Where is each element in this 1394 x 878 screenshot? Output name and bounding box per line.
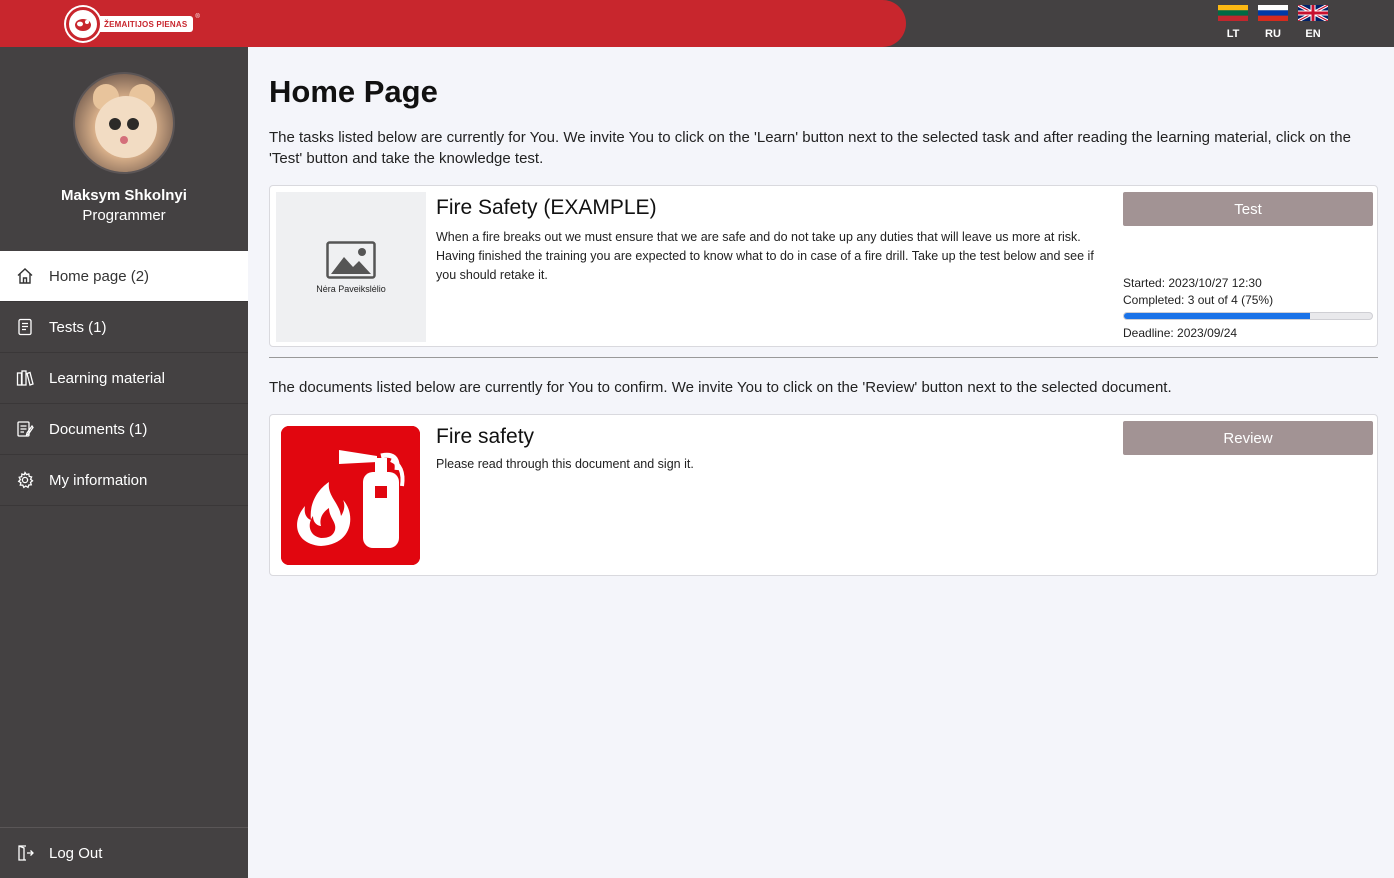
logout-button[interactable]: Log Out xyxy=(0,827,248,878)
task-image-placeholder: Nėra Paveikslėlio xyxy=(276,192,426,342)
language-code-lt: LT xyxy=(1226,28,1240,40)
task-title: Fire Safety (EXAMPLE) xyxy=(436,196,657,219)
task-image-caption: Nėra Paveikslėlio xyxy=(316,283,386,294)
books-icon xyxy=(16,369,34,387)
task-progress-bar xyxy=(1123,312,1373,320)
logout-label: Log Out xyxy=(49,844,103,862)
company-logo[interactable]: ŽEMAITIJOS PIENAS ® xyxy=(66,7,200,41)
tasks-intro-text: The tasks listed below are currently for… xyxy=(269,129,1351,167)
sidebar-item-label: Learning material xyxy=(49,369,165,387)
registered-mark: ® xyxy=(195,14,200,20)
user-role: Programmer xyxy=(82,207,166,224)
gear-icon xyxy=(16,471,34,489)
company-logo-text: ŽEMAITIJOS PIENAS xyxy=(92,16,194,32)
language-switcher: LT RU EN xyxy=(1218,5,1328,40)
russia-flag-icon xyxy=(1258,5,1288,21)
uk-flag-icon xyxy=(1298,5,1328,21)
logout-icon xyxy=(16,844,34,862)
user-name: Maksym Shkolnyi xyxy=(61,187,187,204)
sidebar-item-documents[interactable]: Documents (1) xyxy=(0,404,248,455)
sidebar-item-label: My information xyxy=(49,471,148,489)
task-started: Started: 2023/10/27 12:30 xyxy=(1123,276,1262,290)
home-icon xyxy=(16,267,34,285)
document-icon xyxy=(16,420,34,438)
task-description: When a fire breaks out we must ensure th… xyxy=(436,230,1094,282)
language-ru[interactable]: RU xyxy=(1258,5,1288,40)
language-en[interactable]: EN xyxy=(1298,5,1328,40)
sidebar-item-label: Tests (1) xyxy=(49,318,107,336)
sidebar: Maksym Shkolnyi Programmer Home page (2)… xyxy=(0,47,248,878)
sidebar-item-label: Home page (2) xyxy=(49,267,150,285)
sidebar-nav: Home page (2) Tests (1) Learning materia… xyxy=(0,251,248,506)
sidebar-item-tests[interactable]: Tests (1) xyxy=(0,302,248,353)
task-card: Nėra Paveikslėlio Fire Safety (EXAMPLE) … xyxy=(269,185,1378,347)
sidebar-item-label: Documents (1) xyxy=(49,420,148,438)
fire-extinguisher-icon xyxy=(281,426,420,565)
cow-logo-icon xyxy=(66,7,100,41)
language-lt[interactable]: LT xyxy=(1218,5,1248,40)
sidebar-item-home[interactable]: Home page (2) xyxy=(0,251,248,302)
sidebar-item-my-information[interactable]: My information xyxy=(0,455,248,506)
main-content: Home Page The tasks listed below are cur… xyxy=(269,47,1378,576)
sidebar-item-learning-material[interactable]: Learning material xyxy=(0,353,248,404)
image-placeholder-icon xyxy=(326,240,376,279)
document-description: Please read through this document and si… xyxy=(436,457,694,471)
documents-intro-text: The documents listed below are currently… xyxy=(269,379,1172,396)
language-code-en: EN xyxy=(1305,28,1321,40)
task-completed: Completed: 3 out of 4 (75%) xyxy=(1123,293,1274,307)
tests-icon xyxy=(16,318,34,336)
brand-bar: ŽEMAITIJOS PIENAS ® xyxy=(0,0,906,47)
task-progress-fill xyxy=(1124,313,1310,319)
top-bar: ŽEMAITIJOS PIENAS ® LT RU EN xyxy=(0,0,1394,47)
user-profile: Maksym Shkolnyi Programmer xyxy=(0,47,248,251)
section-divider xyxy=(269,357,1378,358)
document-title: Fire safety xyxy=(436,425,535,448)
task-deadline: Deadline: 2023/09/24 xyxy=(1123,326,1238,340)
avatar[interactable] xyxy=(73,72,175,174)
lithuania-flag-icon xyxy=(1218,5,1248,21)
test-button[interactable]: Test xyxy=(1123,192,1373,226)
document-card: Fire safety Please read through this doc… xyxy=(269,414,1378,576)
review-button[interactable]: Review xyxy=(1123,421,1373,455)
language-code-ru: RU xyxy=(1265,28,1281,40)
page-title: Home Page xyxy=(269,74,438,109)
company-name: ŽEMAITIJOS PIENAS xyxy=(104,19,188,29)
